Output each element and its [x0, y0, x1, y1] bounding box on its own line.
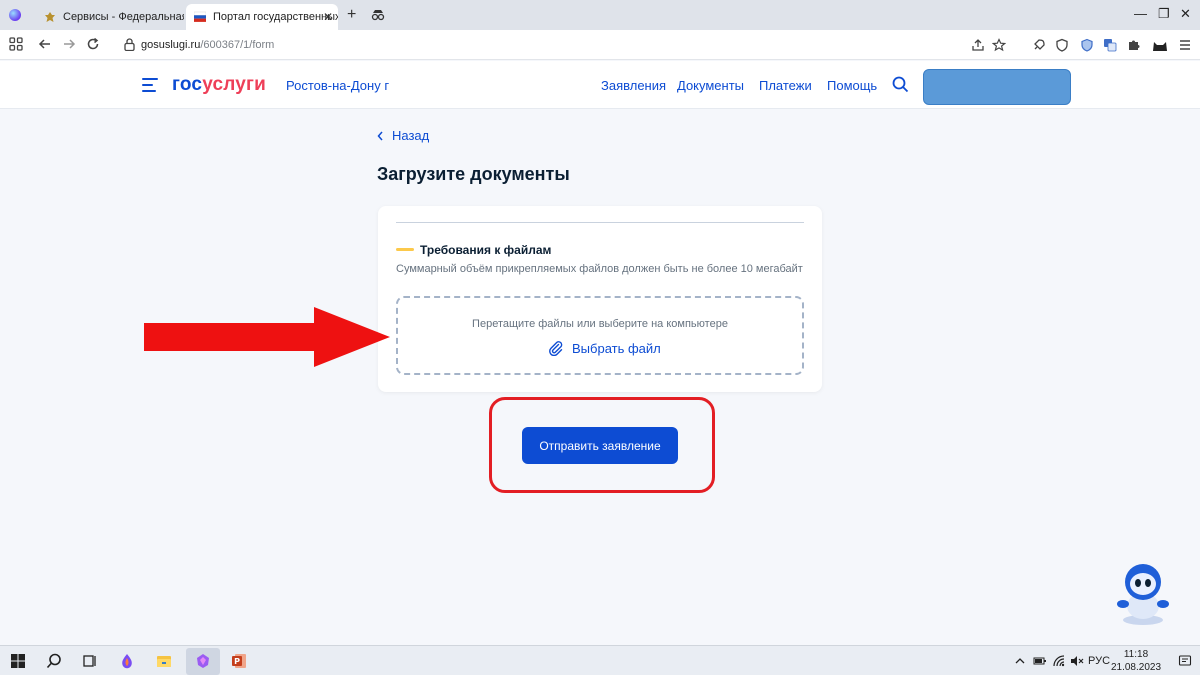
- incognito-icon[interactable]: [371, 8, 385, 22]
- tab-title: Сервисы - Федеральная служба: [63, 11, 184, 23]
- robot-assistant-icon[interactable]: [1115, 560, 1171, 626]
- clock-date: 21.08.2023: [1110, 662, 1162, 673]
- choose-file-label: Выбрать файл: [572, 340, 661, 356]
- powerpoint-icon[interactable]: P: [231, 653, 247, 669]
- battery-icon[interactable]: [1033, 655, 1047, 667]
- browser-logo-icon[interactable]: [9, 9, 21, 21]
- svg-text:P: P: [234, 657, 240, 666]
- gosuslugi-logo[interactable]: госуслуги: [172, 74, 266, 96]
- upload-card: Требования к файлам Суммарный объём прик…: [378, 206, 822, 392]
- file-explorer-icon[interactable]: [156, 653, 172, 669]
- protect-shield-icon[interactable]: [1080, 38, 1094, 52]
- url-path: /600367/1/form: [200, 39, 275, 51]
- tab-gosuslugi[interactable]: Портал государственных услуг: [186, 4, 338, 30]
- nav-help[interactable]: Помощь: [827, 78, 877, 93]
- requirements-title: Требования к файлам: [420, 243, 552, 257]
- logo-part-gos: гос: [172, 74, 203, 95]
- lock-icon[interactable]: [124, 38, 135, 51]
- nav-payments[interactable]: Платежи: [759, 78, 812, 93]
- puzzle-icon[interactable]: [1127, 38, 1141, 52]
- system-clock[interactable]: 11:18 21.08.2023: [1108, 648, 1164, 674]
- notifications-icon[interactable]: [1178, 654, 1192, 668]
- annotation-red-arrow: [144, 307, 390, 367]
- windows-taskbar: P РУС 11:18 21.08.2023: [0, 645, 1200, 675]
- file-dropzone[interactable]: Перетащите файлы или выберите на компьют…: [396, 296, 804, 375]
- reload-icon[interactable]: [86, 37, 100, 51]
- rocket-icon[interactable]: [1032, 38, 1046, 52]
- translate-icon[interactable]: [1103, 38, 1117, 52]
- nav-documents[interactable]: Документы: [677, 78, 744, 93]
- active-browser-icon[interactable]: [195, 653, 211, 669]
- site-header: госуслуги Ростов-на-Дону г Заявления Док…: [0, 61, 1200, 109]
- minimize-button[interactable]: —: [1134, 6, 1147, 21]
- russian-flag-icon: [194, 11, 206, 22]
- search-icon[interactable]: [892, 76, 909, 93]
- browser-tab-bar: Сервисы - Федеральная служба Портал госу…: [0, 0, 1200, 30]
- divider: [396, 222, 804, 223]
- logo-part-uslugi: услуги: [202, 74, 267, 95]
- submit-application-button[interactable]: Отправить заявление: [522, 427, 678, 464]
- tab-title: Портал государственных услуг: [213, 11, 338, 23]
- choose-file-button[interactable]: Выбрать файл: [548, 340, 661, 356]
- profile-button[interactable]: [923, 69, 1071, 105]
- hamburger-menu-icon[interactable]: [142, 78, 158, 92]
- requirements-accent-bar: [396, 248, 414, 251]
- search-taskbar-icon[interactable]: [46, 653, 62, 669]
- tab-services[interactable]: Сервисы - Федеральная служба: [36, 4, 184, 30]
- region-selector[interactable]: Ростов-на-Дону г: [286, 78, 389, 93]
- back-link[interactable]: Назад: [377, 128, 429, 143]
- url-field[interactable]: gosuslugi.ru/600367/1/form: [141, 39, 274, 51]
- windows-start-icon[interactable]: [10, 653, 26, 669]
- menu-icon[interactable]: [1178, 38, 1192, 52]
- page-title: Загрузите документы: [377, 164, 570, 184]
- nav-applications[interactable]: Заявления: [601, 78, 666, 93]
- speaker-muted-icon[interactable]: [1070, 654, 1084, 668]
- tab-close-icon[interactable]: ✕: [323, 10, 333, 24]
- back-arrow-icon[interactable]: [38, 37, 52, 51]
- forward-arrow-icon[interactable]: [62, 37, 76, 51]
- browser-taskbar-icon[interactable]: [119, 653, 135, 669]
- profile-cat-icon[interactable]: [1151, 38, 1169, 52]
- address-bar: gosuslugi.ru/600367/1/form: [0, 30, 1200, 60]
- dropzone-hint: Перетащите файлы или выберите на компьют…: [472, 318, 728, 330]
- clock-time: 11:18: [1123, 649, 1149, 660]
- restore-button[interactable]: ❐: [1158, 6, 1170, 22]
- wifi-icon[interactable]: [1052, 654, 1066, 668]
- share-icon[interactable]: [971, 38, 985, 52]
- chevron-up-icon[interactable]: [1014, 655, 1026, 667]
- url-host: gosuslugi.ru: [141, 39, 201, 51]
- shield-icon[interactable]: [1055, 38, 1069, 52]
- grid-icon[interactable]: [9, 37, 23, 51]
- back-label: Назад: [392, 128, 430, 143]
- task-view-icon[interactable]: [82, 653, 98, 669]
- language-indicator[interactable]: РУС: [1088, 655, 1110, 667]
- chevron-left-icon: [377, 131, 383, 140]
- emblem-icon: [45, 12, 55, 22]
- requirements-text: Суммарный объём прикрепляемых файлов дол…: [396, 263, 803, 275]
- new-tab-button[interactable]: +: [347, 6, 356, 24]
- bookmark-star-icon[interactable]: [992, 38, 1006, 52]
- close-window-button[interactable]: ✕: [1180, 6, 1191, 22]
- paperclip-icon: [549, 341, 563, 356]
